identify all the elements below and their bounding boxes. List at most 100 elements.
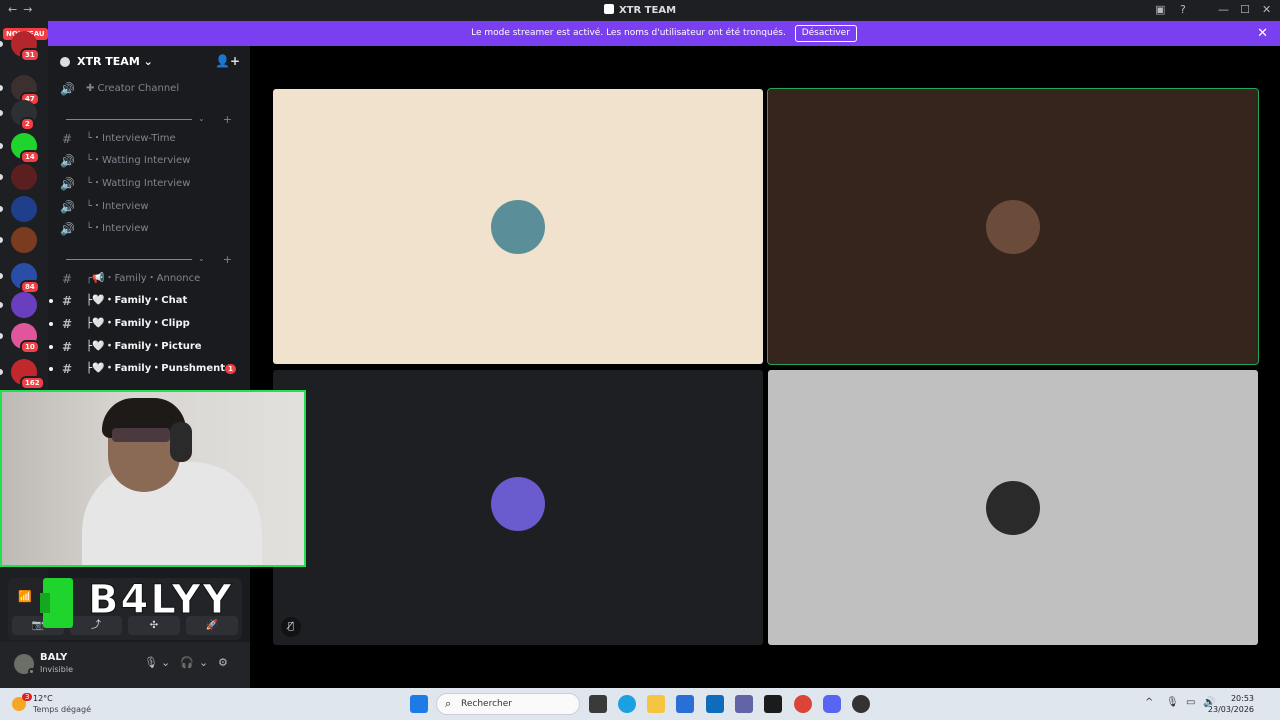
disable-streamer-button[interactable]: Désactiver [794,25,857,42]
hash-icon: # [61,317,73,331]
channel-label: └・Watting Interview [86,155,191,166]
text-channel[interactable]: # ├🤍・Family・Clipp [49,314,242,334]
tray-network-icon[interactable]: ▭ [1186,697,1195,708]
clock-time: 20:53 [1230,694,1254,703]
server-icon[interactable] [11,292,37,318]
chevron-down-icon: ⌄ [198,254,205,263]
participant-avatar [986,200,1040,254]
headphones-shape [170,422,192,462]
voice-channel[interactable]: 🔊 ✚ Creator Channel [56,79,242,99]
headset-icon[interactable]: 🎧 [180,656,194,669]
file-explorer-icon[interactable] [647,695,665,713]
unread-indicator [0,369,3,375]
voice-channel[interactable]: 🔊 └・Interview [56,197,242,217]
unread-indicator [0,174,3,180]
server-icon[interactable] [11,227,37,253]
text-channel[interactable]: # ├🤍・Family・Chat [49,291,242,311]
start-windows-icon[interactable] [410,695,428,713]
edge-browser-icon[interactable] [618,695,636,713]
unread-indicator [0,41,3,47]
voice-channel[interactable]: 🔊 └・Interview [56,219,242,239]
chevron-down-icon[interactable]: ⌄ [199,656,208,669]
channel-label: ├🤍・Family・Punshment [86,363,225,374]
channel-label: └・Interview [86,201,149,212]
microphone-icon[interactable]: 🎙 [144,656,158,669]
server-icon[interactable] [11,164,37,190]
voice-channel[interactable]: 🔊 └・Watting Interview [56,151,242,171]
tray-overflow-icon[interactable]: ^ [1145,697,1153,708]
brand-text: B4LYY [88,577,234,624]
outlook-icon[interactable] [706,695,724,713]
username[interactable]: BALY [40,652,67,663]
signal-icon[interactable]: 📶 [18,590,32,603]
close-window-button[interactable]: ✕ [1262,3,1271,16]
text-channel[interactable]: # ├🤍・Family・Punshment 1 [49,359,242,379]
discord-window: ←→ XTR TEAM ▣ ? — ☐ ✕ Le mode streamer e… [0,0,1280,720]
hash-icon: # [61,294,73,308]
guild-name: XTR TEAM ⌄ [77,55,153,68]
unread-indicator [0,110,3,116]
discord-icon[interactable] [823,695,841,713]
teams-icon[interactable] [735,695,753,713]
video-tile[interactable]: 🎙̸ [273,370,763,645]
obs-icon[interactable] [852,695,870,713]
chevron-down-icon[interactable]: ⌄ [161,656,170,669]
terminal-icon[interactable] [764,695,782,713]
channel-label: ├🤍・Family・Clipp [86,318,190,329]
channel-label: ✚ Creator Channel [86,83,180,94]
temperature: 12°C [33,694,53,703]
unread-indicator [0,143,3,149]
participant-avatar [986,481,1040,535]
category-divider[interactable]: ⌄ + [62,253,232,266]
hash-icon: # [61,132,73,146]
guild-icon [60,57,70,67]
streamer-brand-overlay: B4LYY [40,575,250,631]
text-channel[interactable]: # ┌📢・Family・Annonce [56,269,242,289]
participant-avatar [491,477,545,531]
taskbar-search[interactable]: ⌕ Rechercher [436,693,580,715]
unread-dot [49,299,53,303]
video-tile[interactable] [273,89,763,364]
voice-channel[interactable]: 🔊 └・Watting Interview [56,174,242,194]
guild-header[interactable]: XTR TEAM ⌄ 👤+ [48,46,250,78]
system-clock[interactable]: 20:53 23/03/2026 [1208,693,1254,715]
channel-label: ┌📢・Family・Annonce [86,273,201,284]
channel-label: ├🤍・Family・Chat [86,295,188,306]
tray-mic-icon[interactable]: 🎙 [1166,697,1179,708]
channel-label: ├🤍・Family・Picture [86,341,202,352]
channel-label: └・Watting Interview [86,178,191,189]
speaker-icon: 🔊 [60,154,75,168]
minimize-button[interactable]: — [1218,3,1229,16]
text-channel[interactable]: # └・Interview-Time [56,129,242,149]
unread-indicator [0,333,3,339]
unread-indicator [0,85,3,91]
video-tile[interactable] [768,370,1258,645]
invite-people-icon[interactable]: 👤+ [215,54,240,68]
maximize-button[interactable]: ☐ [1240,3,1250,16]
mention-badge: 2 [20,117,35,131]
participant-avatar [491,200,545,254]
mention-badge: 10 [20,340,40,354]
chrome-icon[interactable] [794,695,812,713]
banner-close-icon[interactable]: ✕ [1257,21,1268,46]
category-divider[interactable]: ⌄ + [62,113,232,126]
unread-dot [49,345,53,349]
server-icon[interactable] [11,196,37,222]
inbox-icon[interactable]: ▣ [1155,3,1165,16]
user-status: Invisible [40,665,73,674]
speaker-icon: 🔊 [60,177,75,191]
channel-label: └・Interview-Time [86,133,176,144]
help-icon[interactable]: ? [1180,3,1186,16]
text-channel[interactable]: # ├🤍・Family・Picture [49,337,242,357]
mention-badge: 162 [20,376,45,390]
video-tile[interactable] [767,88,1259,365]
task-view-icon[interactable] [589,695,607,713]
hash-icon: # [61,272,73,286]
windows-taskbar: 3 12°C Temps dégagé ⌕ Rechercher ^ 🎙 ▭ 🔊… [0,688,1280,720]
store-icon[interactable] [676,695,694,713]
server-logo-icon [603,4,614,14]
unread-indicator [0,273,3,279]
settings-gear-icon[interactable]: ⚙ [218,656,228,669]
muted-mic-icon: 🎙̸ [281,617,301,637]
search-placeholder: Rechercher [461,699,512,709]
